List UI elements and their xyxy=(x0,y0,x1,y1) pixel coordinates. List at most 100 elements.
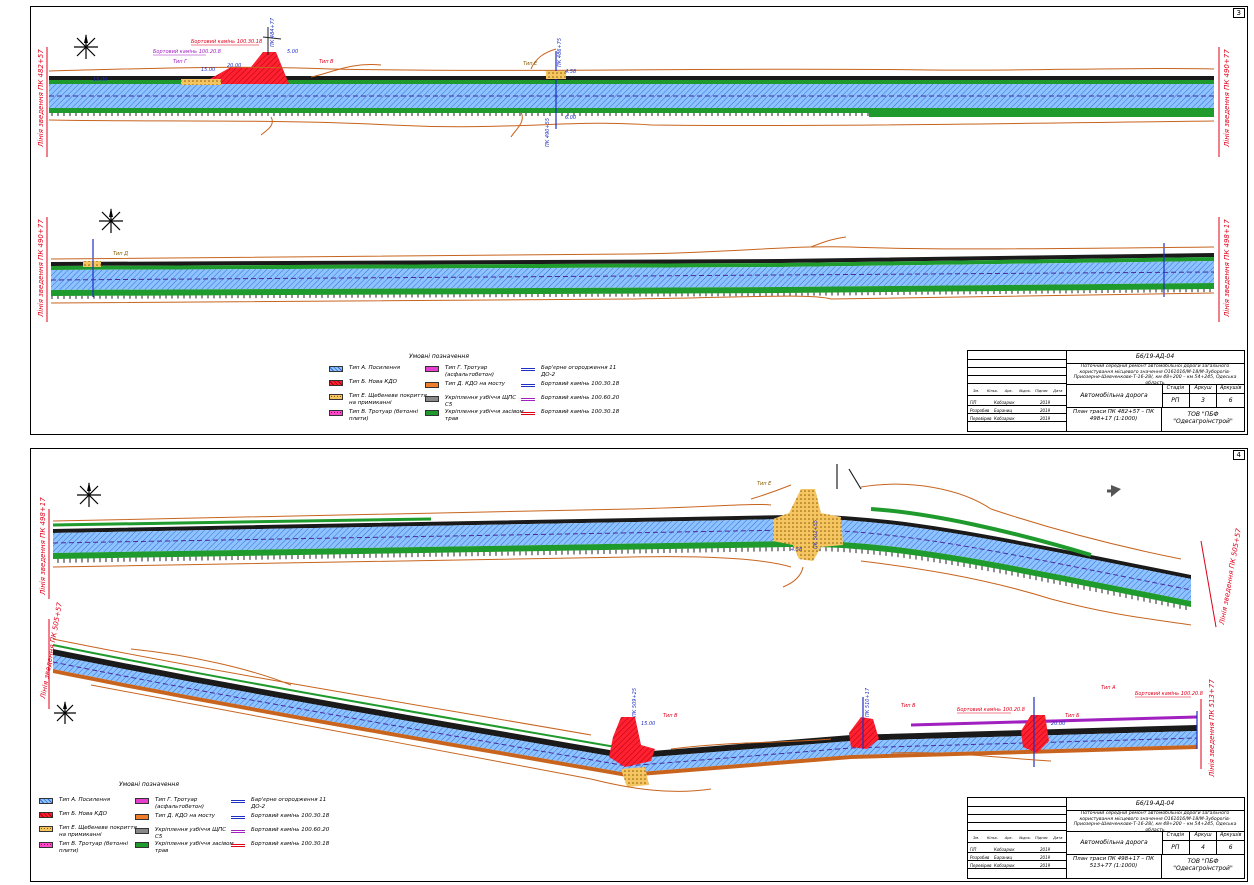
legend-item: Укріплення узбіччя засівом трав xyxy=(135,841,235,854)
legend-item: Тип А. Посилення xyxy=(39,797,139,804)
legend-item: Бар'єрне огородження 11 ДО-2 xyxy=(231,797,331,810)
curb-icon xyxy=(231,828,245,834)
callout: ПК 510+17 xyxy=(865,687,871,717)
legend-item: Тип Е. Щебеневе покриття на примиканні xyxy=(329,393,429,406)
callout: Тип Д xyxy=(113,251,128,257)
match-line-label: Лінія зведення ПК 490+77 xyxy=(1223,49,1231,148)
curb-icon xyxy=(521,410,535,416)
callout: 4.58 xyxy=(791,547,802,553)
organization: ТОВ "ПБФ "Одесагроінстрой" xyxy=(1173,858,1233,872)
legend-title: Умовні позначення xyxy=(119,781,179,788)
swatch-icon xyxy=(425,410,439,416)
north-arrow-icon xyxy=(77,482,101,507)
title-block: Зм. Кільк. Арк. №док. Підпис Дата ГІП Кобзарюк… xyxy=(967,797,1245,879)
legend-item: Бортовий камінь 100.60.20 xyxy=(521,395,621,402)
barrier-icon xyxy=(521,366,535,372)
legend-item: Укріплення узбіччя засівом трав xyxy=(425,409,525,422)
callout: ПК 509+25 xyxy=(632,688,638,717)
north-arrow-icon xyxy=(99,208,123,233)
plan-title: План траси ПК 498+17 – ПК 513+77 (1:1000… xyxy=(1066,854,1162,878)
swatch-icon xyxy=(39,812,53,818)
match-line-label: Лінія зведення ПК 482+57 xyxy=(37,49,45,148)
match-line-label: Лінія зведення ПК 490+77 xyxy=(37,219,45,318)
swatch-icon xyxy=(39,826,53,832)
swatch-icon xyxy=(39,842,53,848)
callout: Тип Е xyxy=(757,481,772,487)
callout: 20.00 xyxy=(227,63,241,69)
swatch-icon xyxy=(329,410,343,416)
legend: Умовні позначення Тип А. Посилення Тип Б… xyxy=(329,353,629,433)
legend-item: Бортовий камінь 100.30.18 xyxy=(521,409,621,416)
swatch-icon xyxy=(135,798,149,804)
callout: 5.00 xyxy=(287,49,298,55)
callout: 15.00 xyxy=(93,77,107,83)
sheet-info: Стадія Аркуш Аркушів РП 4 6 xyxy=(1162,832,1244,855)
callout: Бортовий камінь 100.30.18 xyxy=(191,39,262,45)
swatch-icon xyxy=(425,366,439,372)
match-line-label: Лінія зведення ПК 505+57 xyxy=(1218,527,1243,626)
callout: Бортовий камінь 100.20.8 xyxy=(957,707,1025,713)
curb-icon xyxy=(521,382,535,388)
swatch-icon xyxy=(329,366,343,372)
north-arrow-icon xyxy=(54,701,76,724)
swatch-icon xyxy=(135,842,149,848)
callout: 4.58 xyxy=(565,69,576,75)
callout: Тип В xyxy=(901,703,916,709)
road-segment-3 xyxy=(52,507,1192,611)
sheet-info: Стадія Аркуш Аркушів РП 3 6 xyxy=(1162,385,1244,408)
callout: 20.00 xyxy=(1051,721,1065,727)
legend-item: Укріплення узбіччя ЩПС С5 xyxy=(425,395,525,408)
revision-header: Зм. Кільк. Арк. №док. Підпис Дата xyxy=(973,836,1063,840)
callout: Тип Г xyxy=(173,59,188,65)
callout: Тип В xyxy=(663,713,678,719)
legend-item: Бортовий камінь 100.30.18 xyxy=(231,813,331,820)
callout: 15.00 xyxy=(201,67,215,73)
match-line-label: Лінія зведення ПК 498+17 xyxy=(39,497,47,596)
curb-icon xyxy=(231,842,245,848)
legend-item: Укріплення узбіччя ЩПС С5 xyxy=(135,827,235,840)
callout: Бортовий камінь 100.20.8 xyxy=(153,49,221,55)
legend-item: Тип В. Тротуар (бетонні плити) xyxy=(39,841,139,854)
object-name: Автомобільна дорога xyxy=(1066,832,1163,855)
callout: Тип А xyxy=(1101,685,1116,691)
swatch-icon xyxy=(135,814,149,820)
curb-icon xyxy=(521,396,535,402)
callout: 6.00 xyxy=(565,115,576,121)
legend-item: Тип Д. КДО на мосту xyxy=(425,381,525,388)
curb-icon xyxy=(231,814,245,820)
callout: ПК 484+77 xyxy=(270,17,276,47)
plan-title: План траси ПК 482+57 – ПК 498+17 (1:1000… xyxy=(1066,407,1162,431)
match-line-label: Лінія зведення ПК 498+17 xyxy=(1223,219,1231,318)
legend-item: Тип Б. Нова КДО xyxy=(329,379,429,386)
swatch-icon xyxy=(329,380,343,386)
legend-title: Умовні позначення xyxy=(409,353,469,360)
barrier-icon xyxy=(231,798,245,804)
callout: Тип Е xyxy=(523,61,538,67)
project-description: Поточний середній ремонт автомобільної д… xyxy=(1066,363,1244,386)
callout: ПК 502+55 xyxy=(813,520,819,549)
organization: ТОВ "ПБФ "Одесагроінстрой" xyxy=(1173,411,1233,425)
swatch-icon xyxy=(425,396,439,402)
legend-item: Тип Г. Тротуар (асфальтобетон) xyxy=(425,365,525,378)
callout: Бортовий камінь 100.20.8 xyxy=(1135,691,1203,697)
title-block: Зм. Кільк. Арк. №док. Підпис Дата ГІП Кобзарюк… xyxy=(967,350,1245,432)
legend-item: Тип Д. КДО на мосту xyxy=(135,813,235,820)
callout: 15.00 xyxy=(641,721,655,727)
north-arrow-icon xyxy=(74,34,98,59)
swatch-icon xyxy=(39,798,53,804)
revision-header: Зм. Кільк. Арк. №док. Підпис Дата xyxy=(973,389,1063,393)
legend: Умовні позначення Тип А. Посилення Тип Б… xyxy=(39,781,339,861)
legend-item: Тип А. Посилення xyxy=(329,365,429,372)
legend-item: Тип Е. Щебеневе покриття на примиканні xyxy=(39,825,139,838)
legend-item: Бортовий камінь 100.60.20 xyxy=(231,827,331,834)
road-segment-2 xyxy=(50,239,1215,299)
legend-item: Тип Б. Нова КДО xyxy=(39,811,139,818)
swatch-icon xyxy=(425,382,439,388)
callout: Тип Б xyxy=(1065,713,1080,719)
legend-item: Бортовий камінь 100.30.18 xyxy=(231,841,331,848)
match-line-label: Лінія зведення ПК 513+77 xyxy=(1208,679,1216,778)
object-name: Автомобільна дорога xyxy=(1066,385,1163,408)
legend-item: Тип Г. Тротуар (асфальтобетон) xyxy=(135,797,235,810)
callout: ПК 486+75 xyxy=(557,38,563,67)
side-ditches-4 xyxy=(52,638,1052,792)
